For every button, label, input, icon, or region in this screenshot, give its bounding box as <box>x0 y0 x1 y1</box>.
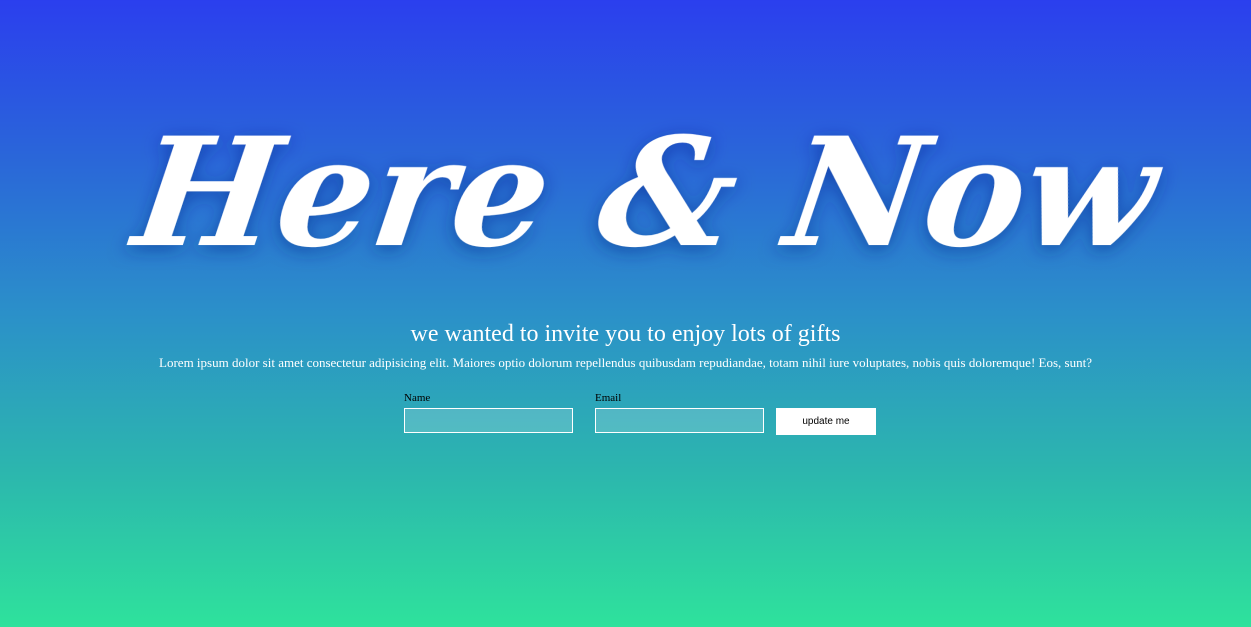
update-me-button[interactable]: update me <box>776 408 876 435</box>
email-input[interactable] <box>595 408 764 433</box>
name-label: Name <box>404 392 431 404</box>
hero-title-lettering: Here & Now <box>121 104 1173 281</box>
tagline: we wanted to invite you to enjoy lots of… <box>410 321 841 347</box>
description-text: Lorem ipsum dolor sit amet consectetur a… <box>159 355 1092 370</box>
email-label: Email <box>595 392 622 404</box>
name-input[interactable] <box>404 408 573 433</box>
hero-title-text: Here & Now <box>121 104 1173 281</box>
name-field-group: Name <box>404 392 573 433</box>
email-field-group: Email <box>595 392 764 433</box>
signup-form: Name Email update me <box>403 392 883 442</box>
hero-title: Here & Now <box>0 95 1251 285</box>
